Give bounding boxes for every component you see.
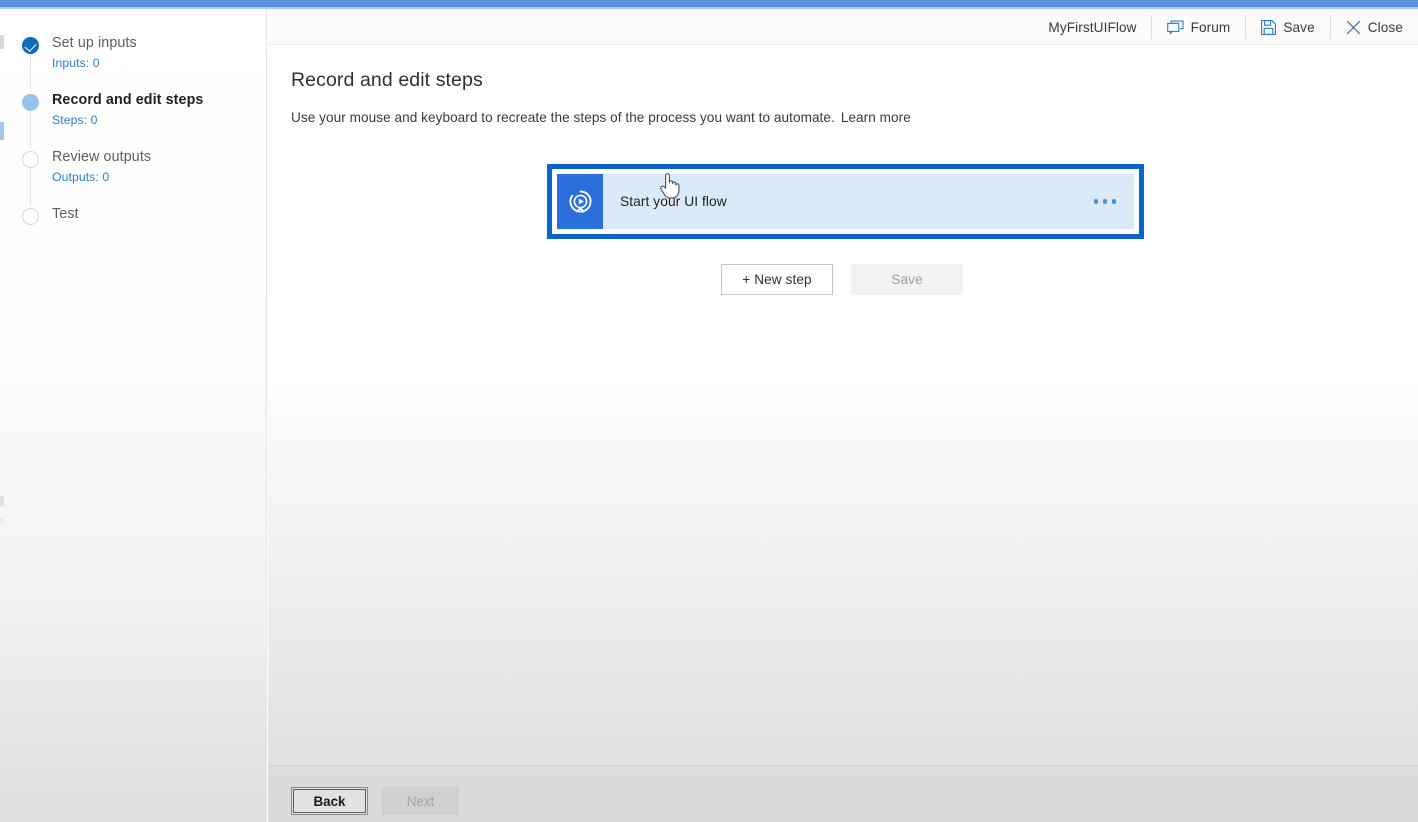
chat-bubble-icon — [1166, 20, 1184, 35]
top-accent-bar — [0, 0, 1418, 7]
wizard-footer: Back Next — [268, 765, 1418, 822]
page-title: Record and edit steps — [291, 69, 483, 91]
flow-name-label: MyFirstUIFlow — [1048, 19, 1137, 35]
step-card-highlight: Start your UI flow — [547, 164, 1144, 239]
sidebar-step-title: Set up inputs — [52, 35, 137, 51]
ui-flow-wizard-window: Set up inputs Inputs: 0 Record and edit … — [0, 0, 1418, 822]
close-button[interactable]: Close — [1331, 9, 1418, 45]
command-bar: MyFirstUIFlow Forum Save Close — [268, 9, 1418, 45]
empty-circle-icon — [22, 151, 39, 168]
wizard-sidebar: Set up inputs Inputs: 0 Record and edit … — [0, 9, 267, 822]
sidebar-step-title: Record and edit steps — [52, 92, 204, 108]
close-button-label: Close — [1367, 19, 1403, 35]
sidebar-step-test[interactable]: Test — [22, 205, 252, 231]
save-steps-button: Save — [851, 264, 963, 295]
start-ui-flow-label: Start your UI flow — [620, 194, 727, 209]
filled-circle-icon — [22, 94, 39, 111]
learn-more-link[interactable]: Learn more — [841, 110, 911, 125]
sidebar-step-subtitle: Steps: 0 — [52, 113, 98, 127]
background-window-edge-b — [0, 122, 4, 140]
record-play-circle-icon — [557, 174, 603, 229]
forum-button[interactable]: Forum — [1152, 9, 1246, 45]
background-window-edge-d — [0, 518, 4, 524]
step-connector-line — [30, 55, 31, 91]
sidebar-step-set-up-inputs[interactable]: Set up inputs Inputs: 0 — [22, 34, 252, 91]
wizard-step-list: Set up inputs Inputs: 0 Record and edit … — [22, 34, 252, 231]
check-circle-icon — [22, 37, 39, 54]
step-actions: + New step Save — [721, 264, 963, 295]
page-description-text: Use your mouse and keyboard to recreate … — [291, 110, 835, 125]
new-step-button[interactable]: + New step — [721, 264, 833, 295]
background-window-edge-a — [0, 35, 4, 49]
floppy-disk-icon — [1261, 19, 1277, 35]
step-connector-line — [30, 112, 31, 148]
start-ui-flow-card[interactable]: Start your UI flow — [557, 174, 1134, 229]
sidebar-step-title: Test — [52, 206, 79, 222]
sidebar-step-title: Review outputs — [52, 149, 152, 165]
ellipsis-horizontal-icon[interactable] — [1093, 174, 1135, 229]
main-content: Record and edit steps Use your mouse and… — [268, 45, 1418, 765]
sidebar-step-subtitle: Outputs: 0 — [52, 170, 110, 184]
step-connector-line — [30, 169, 31, 205]
sidebar-step-review-outputs[interactable]: Review outputs Outputs: 0 — [22, 148, 252, 205]
forum-button-label: Forum — [1190, 19, 1231, 35]
save-button[interactable]: Save — [1246, 9, 1329, 45]
close-x-icon — [1346, 20, 1361, 35]
empty-circle-icon — [22, 208, 39, 225]
background-window-edge-c — [0, 496, 4, 506]
save-button-label: Save — [1283, 19, 1315, 35]
next-button: Next — [382, 787, 459, 815]
back-button[interactable]: Back — [291, 787, 368, 815]
page-description: Use your mouse and keyboard to recreate … — [291, 110, 911, 125]
sidebar-step-subtitle: Inputs: 0 — [52, 56, 100, 70]
sidebar-step-record-and-edit-steps[interactable]: Record and edit steps Steps: 0 — [22, 91, 252, 148]
